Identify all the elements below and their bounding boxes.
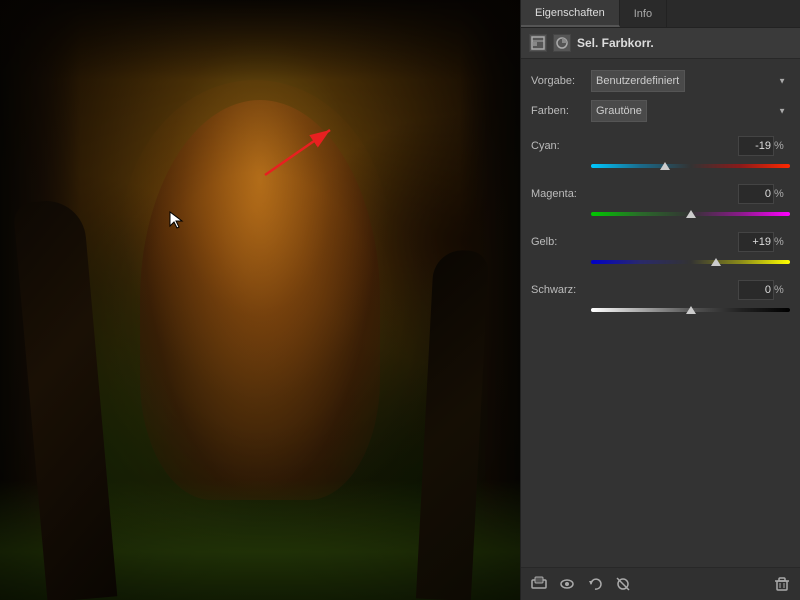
image-canvas (0, 0, 520, 600)
cyan-slider-thumb[interactable] (660, 162, 670, 170)
panel-header: Sel. Farbkorr. (521, 28, 800, 59)
visibility-toggle-icon[interactable] (613, 574, 633, 594)
vorgabe-label: Vorgabe: (531, 75, 591, 87)
gelb-unit: % (774, 236, 790, 248)
magenta-unit: % (774, 188, 790, 200)
gelb-label: Gelb: (531, 236, 591, 248)
farben-control: Grautöne (591, 100, 790, 122)
tab-eigenschaften[interactable]: Eigenschaften (521, 0, 620, 27)
magenta-row: Magenta: % (531, 181, 790, 227)
farben-row: Farben: Grautöne (531, 97, 790, 125)
magenta-label: Magenta: (531, 188, 591, 200)
schwarz-value-input[interactable] (738, 280, 774, 300)
panel-footer (521, 567, 800, 600)
vorgabe-dropdown-wrapper: Benutzerdefiniert (591, 70, 790, 92)
panel-title: Sel. Farbkorr. (577, 36, 654, 50)
gelb-value-input[interactable] (738, 232, 774, 252)
schwarz-slider-track[interactable] (591, 308, 790, 312)
cyan-unit: % (774, 140, 790, 152)
vorgabe-dropdown[interactable]: Benutzerdefiniert (591, 70, 685, 92)
gelb-slider-track[interactable] (591, 260, 790, 264)
farben-dropdown-wrapper: Grautöne (591, 100, 790, 122)
properties-panel: Eigenschaften Info Sel. Farbko (520, 0, 800, 600)
cyan-label: Cyan: (531, 140, 591, 152)
schwarz-slider-container (591, 303, 790, 317)
farben-dropdown[interactable]: Grautöne (591, 100, 647, 122)
cyan-row: Cyan: % (531, 133, 790, 179)
adjustment-icon (553, 34, 571, 52)
magenta-slider-track[interactable] (591, 212, 790, 216)
schwarz-slider-thumb[interactable] (686, 306, 696, 314)
panel-tabs: Eigenschaften Info (521, 0, 800, 28)
schwarz-row: Schwarz: % (531, 277, 790, 323)
vorgabe-row: Vorgabe: Benutzerdefiniert (531, 67, 790, 95)
magenta-slider-container (591, 207, 790, 221)
farben-label: Farben: (531, 105, 591, 117)
gelb-slider-thumb[interactable] (711, 258, 721, 266)
panel-body: Vorgabe: Benutzerdefiniert Farben: Graut… (521, 59, 800, 567)
cyan-slider-container (591, 159, 790, 173)
cyan-value-input[interactable] (738, 136, 774, 156)
schwarz-label: Schwarz: (531, 284, 591, 296)
tab-info[interactable]: Info (620, 0, 667, 27)
layer-icon (529, 34, 547, 52)
vorgabe-control: Benutzerdefiniert (591, 70, 790, 92)
gelb-row: Gelb: % (531, 229, 790, 275)
gelb-slider-container (591, 255, 790, 269)
clip-icon[interactable] (529, 574, 549, 594)
schwarz-unit: % (774, 284, 790, 296)
magenta-slider-thumb[interactable] (686, 210, 696, 218)
magenta-value-input[interactable] (738, 184, 774, 204)
undo-icon[interactable] (585, 574, 605, 594)
cyan-slider-track[interactable] (591, 164, 790, 168)
trash-icon[interactable] (772, 574, 792, 594)
eye-icon[interactable] (557, 574, 577, 594)
